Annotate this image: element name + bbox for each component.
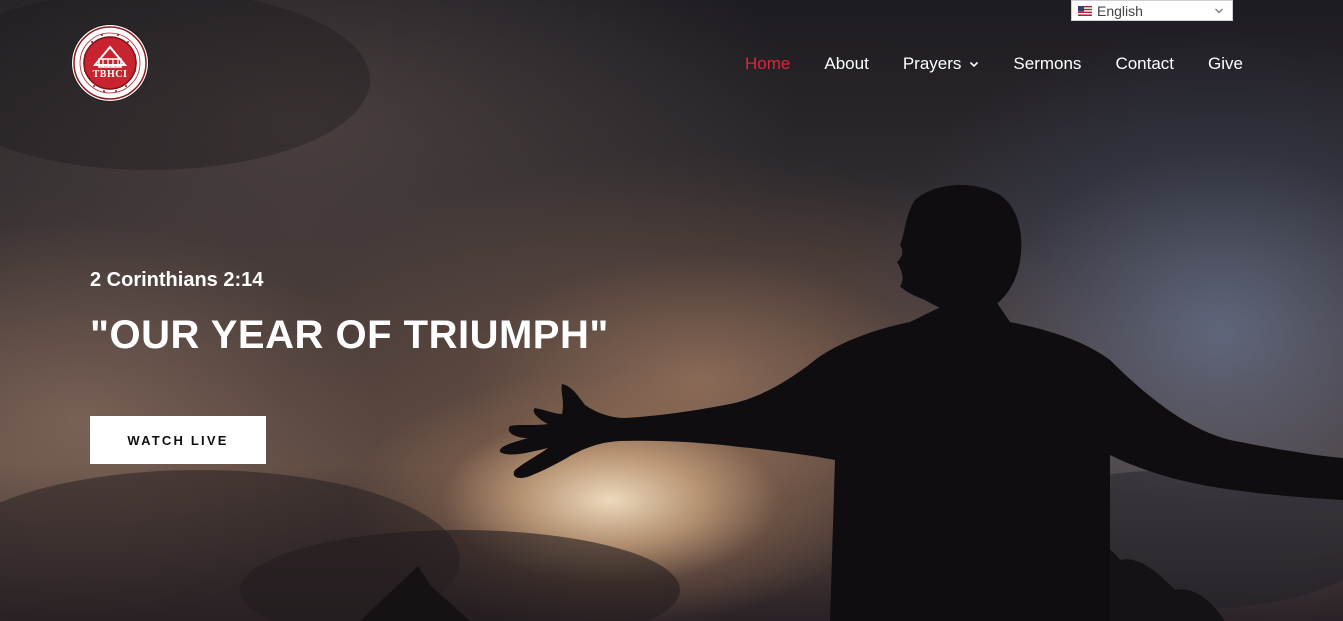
nav-item-home[interactable]: Home <box>745 54 790 74</box>
nav-item-about[interactable]: About <box>824 54 868 74</box>
church-logo[interactable]: TBHCI <box>72 25 148 101</box>
nav-label: About <box>824 54 869 73</box>
nav-label: Home <box>745 54 791 73</box>
nav-item-give[interactable]: Give <box>1208 54 1243 74</box>
hero-section <box>0 0 1343 621</box>
nav-label: Prayers <box>902 54 962 73</box>
nav-item-contact[interactable]: Contact <box>1115 54 1174 74</box>
chevron-down-icon <box>970 61 979 68</box>
watch-live-button[interactable]: WATCH LIVE <box>90 416 266 464</box>
hero-background-image <box>0 0 1343 621</box>
nav-label: Contact <box>1115 54 1175 73</box>
main-navigation: Home About Prayers Sermons Contact Give <box>745 53 1243 75</box>
hero-headline: "OUR YEAR OF TRIUMPH" <box>90 313 609 357</box>
chevron-down-icon <box>1215 8 1223 13</box>
language-label: English <box>1097 2 1143 19</box>
language-selector[interactable]: English <box>1071 0 1233 21</box>
nav-item-sermons[interactable]: Sermons <box>1013 54 1081 74</box>
nav-item-prayers[interactable]: Prayers <box>903 54 980 74</box>
nav-label: Sermons <box>1013 54 1082 73</box>
us-flag-icon <box>1078 5 1092 16</box>
logo-text: TBHCI <box>92 69 128 80</box>
nav-label: Give <box>1208 54 1243 73</box>
logo-emblem-icon <box>73 26 147 100</box>
scripture-reference: 2 Corinthians 2:14 <box>90 269 264 291</box>
